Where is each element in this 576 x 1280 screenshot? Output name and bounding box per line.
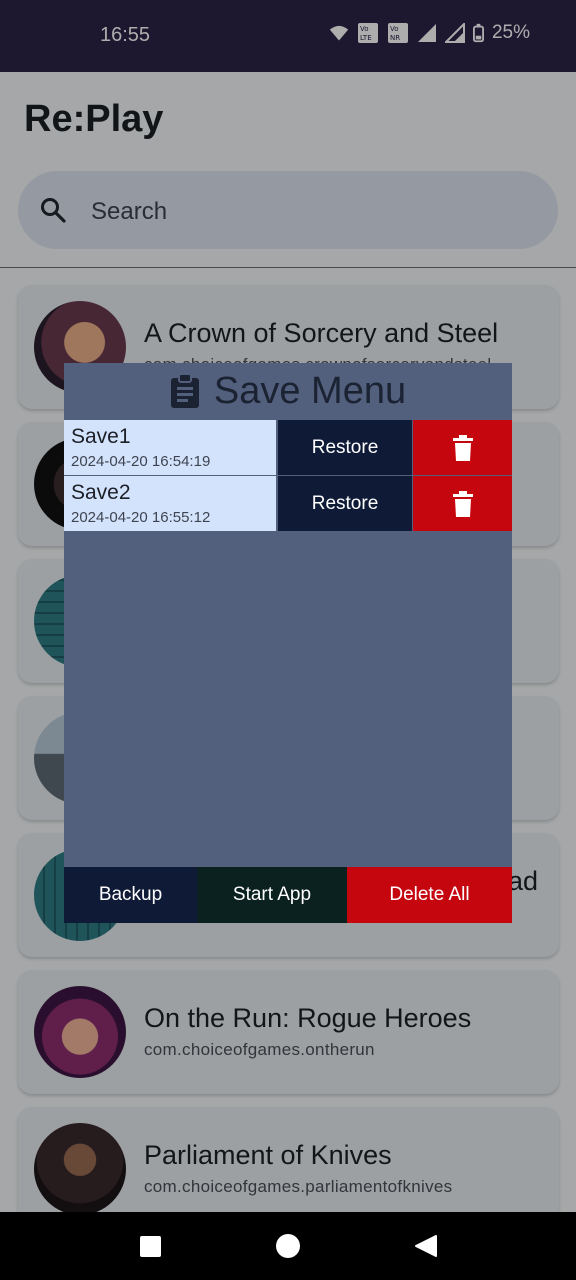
navigation-bar: [0, 1212, 576, 1280]
delete-all-button[interactable]: Delete All: [347, 867, 512, 923]
save-menu-header: Save Menu: [64, 363, 512, 419]
save-menu-actions: Backup Start App Delete All: [64, 867, 512, 923]
save-entry[interactable]: Save1 2024-04-20 16:54:19: [64, 420, 276, 475]
back-icon[interactable]: [414, 1234, 438, 1258]
save-date: 2024-04-20 16:55:12: [71, 509, 211, 526]
restore-button[interactable]: Restore: [278, 420, 412, 475]
clipboard-icon: [170, 373, 199, 408]
save-row: Save2 2024-04-20 16:55:12 Restore: [64, 476, 512, 531]
restore-button[interactable]: Restore: [278, 476, 412, 531]
recents-button[interactable]: [140, 1236, 161, 1257]
backup-button[interactable]: Backup: [64, 867, 197, 923]
delete-save-button[interactable]: [413, 476, 512, 531]
save-row: Save1 2024-04-20 16:54:19 Restore: [64, 420, 512, 475]
save-entry[interactable]: Save2 2024-04-20 16:55:12: [64, 476, 276, 531]
home-button[interactable]: [276, 1234, 300, 1258]
save-name: Save2: [71, 481, 131, 504]
trash-icon: [452, 434, 473, 461]
delete-save-button[interactable]: [413, 420, 512, 475]
start-app-button[interactable]: Start App: [197, 867, 347, 923]
save-date: 2024-04-20 16:54:19: [71, 453, 211, 470]
dialog-title: Save Menu: [213, 369, 407, 412]
save-name: Save1: [71, 425, 131, 448]
save-menu-dialog: Save Menu Save1 2024-04-20 16:54:19 Rest…: [64, 363, 512, 923]
trash-icon: [452, 490, 473, 517]
